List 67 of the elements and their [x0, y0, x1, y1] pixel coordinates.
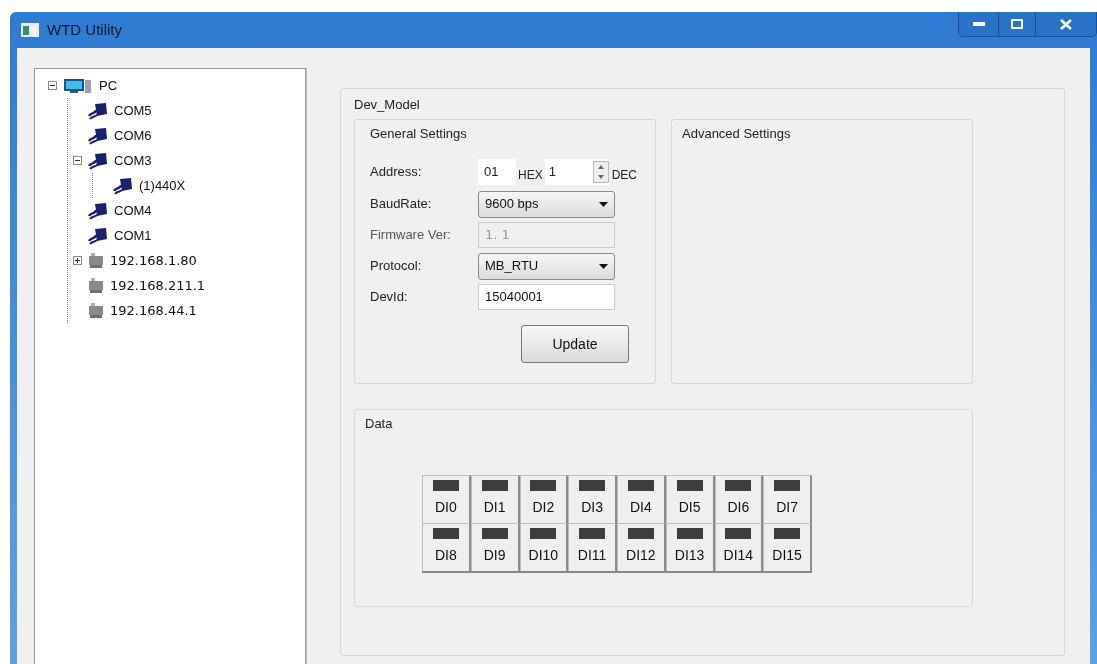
digital-input-indicator[interactable]: DI11: [568, 523, 617, 571]
unit-label: HEX: [518, 167, 543, 184]
connector-icon: [88, 201, 108, 220]
digital-input-indicator[interactable]: DI15: [763, 523, 812, 571]
network-device-icon: [88, 301, 104, 320]
spin-arrows-icon: [592, 161, 609, 183]
expand-toggle[interactable]: [72, 256, 82, 265]
close-icon: [1060, 18, 1072, 30]
dropdown-arrow-icon: [599, 201, 608, 207]
tree-item[interactable]: 192.168.211.1: [110, 275, 206, 296]
field-label: Address:: [370, 163, 423, 182]
maximize-button[interactable]: [999, 12, 1036, 36]
group-title: Data: [365, 414, 394, 433]
app-icon: [21, 23, 39, 37]
window-title: WTD Utility: [47, 19, 122, 40]
text-field[interactable]: 15040001: [478, 284, 615, 310]
field-label: Firmware Ver:: [370, 226, 452, 245]
connector-icon: [88, 101, 108, 120]
close-button[interactable]: [1036, 12, 1096, 36]
digital-input-indicator[interactable]: DI0: [422, 475, 471, 523]
computer-icon: [63, 77, 93, 94]
minimize-icon: [972, 22, 985, 26]
network-device-icon: [88, 276, 104, 295]
digital-input-indicator[interactable]: DI3: [568, 475, 617, 523]
tree-item[interactable]: COM6: [114, 125, 152, 146]
group-title: Dev_Model: [354, 96, 421, 114]
digital-input-indicator[interactable]: DI5: [665, 475, 715, 523]
digital-input-indicator[interactable]: DI10: [519, 523, 569, 571]
tree-item[interactable]: COM4: [114, 200, 152, 221]
tree-item[interactable]: COM1: [114, 225, 152, 246]
digital-input-indicator[interactable]: DI8: [422, 523, 471, 571]
digital-input-indicator[interactable]: DI14: [714, 523, 764, 571]
dropdown[interactable]: MB_RTU: [478, 252, 615, 280]
tree-item[interactable]: 192.168.44.1: [110, 300, 197, 321]
network-device-icon: [88, 251, 104, 270]
connector-icon: [88, 226, 108, 245]
hex-field[interactable]: 01: [478, 159, 516, 185]
tree-item[interactable]: 192.168.1.80: [110, 250, 197, 271]
collapse-toggle[interactable]: [72, 156, 82, 165]
maximize-icon: [1011, 19, 1023, 29]
digital-input-indicator[interactable]: DI4: [617, 475, 666, 523]
dropdown-arrow-icon: [599, 263, 608, 269]
digital-input-indicator[interactable]: DI1: [470, 475, 520, 523]
tree-item[interactable]: PC: [99, 75, 118, 96]
dropdown[interactable]: 9600 bps: [478, 190, 615, 218]
dec-spinbox[interactable]: 1: [544, 159, 609, 185]
connector-icon: [88, 126, 108, 145]
digital-input-indicator[interactable]: DI2: [519, 475, 569, 523]
connector-icon: [88, 151, 108, 170]
connector-icon: [113, 176, 133, 195]
digital-input-indicator[interactable]: DI7: [763, 475, 812, 523]
collapse-toggle[interactable]: [47, 81, 57, 90]
field-label: Protocol:: [370, 257, 423, 276]
tree-item[interactable]: (1)440X: [139, 175, 186, 196]
tree-item[interactable]: COM5: [114, 100, 152, 121]
update-button[interactable]: Update: [521, 325, 629, 363]
minimize-button[interactable]: [959, 12, 999, 36]
unit-label: DEC: [611, 167, 638, 184]
digital-input-indicator[interactable]: DI6: [714, 475, 764, 523]
field-label: BaudRate:: [370, 195, 433, 214]
digital-input-indicator[interactable]: DI12: [617, 523, 666, 571]
digital-input-indicator[interactable]: DI9: [470, 523, 520, 571]
digital-input-indicator[interactable]: DI13: [665, 523, 715, 571]
group-title: Advanced Settings: [682, 124, 792, 143]
field-label: DevId:: [370, 288, 409, 307]
group-title: General Settings: [370, 124, 468, 143]
tree-item[interactable]: COM3: [114, 150, 152, 171]
